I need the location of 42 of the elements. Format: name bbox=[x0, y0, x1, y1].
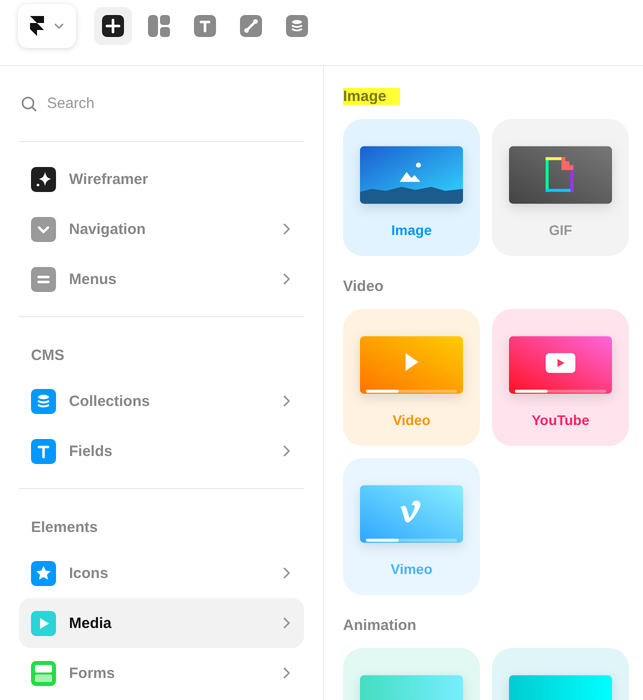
card-label: YouTube bbox=[532, 412, 590, 428]
database-icon bbox=[286, 15, 308, 37]
media-card[interactable]: YouTube bbox=[492, 309, 629, 446]
card-label: Vimeo bbox=[390, 561, 432, 577]
search-field[interactable]: Search bbox=[47, 95, 247, 112]
plus-icon bbox=[102, 15, 124, 37]
section-heading: CMS bbox=[30, 346, 66, 366]
sidebar-item[interactable]: Icons bbox=[19, 548, 304, 598]
toolbar-button[interactable] bbox=[94, 7, 132, 45]
item-label: Icons bbox=[69, 564, 110, 582]
section-heading: Elements bbox=[30, 518, 99, 538]
sidebar-item[interactable]: Collections bbox=[19, 376, 304, 426]
item-label: Media bbox=[69, 614, 113, 632]
logo-menu-button[interactable] bbox=[18, 4, 76, 48]
layout-icon bbox=[148, 15, 170, 37]
logo-icon bbox=[30, 16, 44, 36]
item-label: Navigation bbox=[69, 220, 147, 238]
sidebar-item[interactable]: Forms bbox=[19, 648, 304, 698]
sidebar-item[interactable]: Wireframer bbox=[19, 154, 304, 204]
sidebar-item[interactable]: Navigation bbox=[19, 204, 304, 254]
media-card[interactable]: Video bbox=[343, 309, 480, 446]
text-icon bbox=[194, 15, 216, 37]
item-label: Fields bbox=[69, 442, 114, 460]
item-label: Menus bbox=[69, 270, 118, 288]
media-card[interactable]: Vimeo bbox=[343, 458, 480, 595]
search-icon bbox=[21, 96, 37, 112]
pen-path-icon bbox=[240, 15, 262, 37]
card-label: Image bbox=[391, 222, 432, 238]
section-heading: Video bbox=[343, 278, 385, 295]
item-label: Wireframer bbox=[69, 170, 150, 188]
sidebar-item[interactable]: Menus bbox=[19, 254, 304, 304]
section-heading: Animation bbox=[343, 617, 418, 634]
sidebar-item[interactable]: Media bbox=[19, 598, 304, 648]
item-label: Forms bbox=[69, 664, 116, 682]
card-label: Video bbox=[392, 412, 430, 428]
media-card[interactable]: GIF bbox=[492, 119, 629, 256]
card-label: GIF bbox=[548, 222, 572, 238]
media-card[interactable]: Image bbox=[343, 119, 480, 256]
sidebar-item[interactable]: Fields bbox=[19, 426, 304, 476]
section-heading: Image bbox=[343, 88, 400, 105]
item-label: Collections bbox=[69, 392, 151, 410]
caret-icon bbox=[54, 23, 64, 29]
